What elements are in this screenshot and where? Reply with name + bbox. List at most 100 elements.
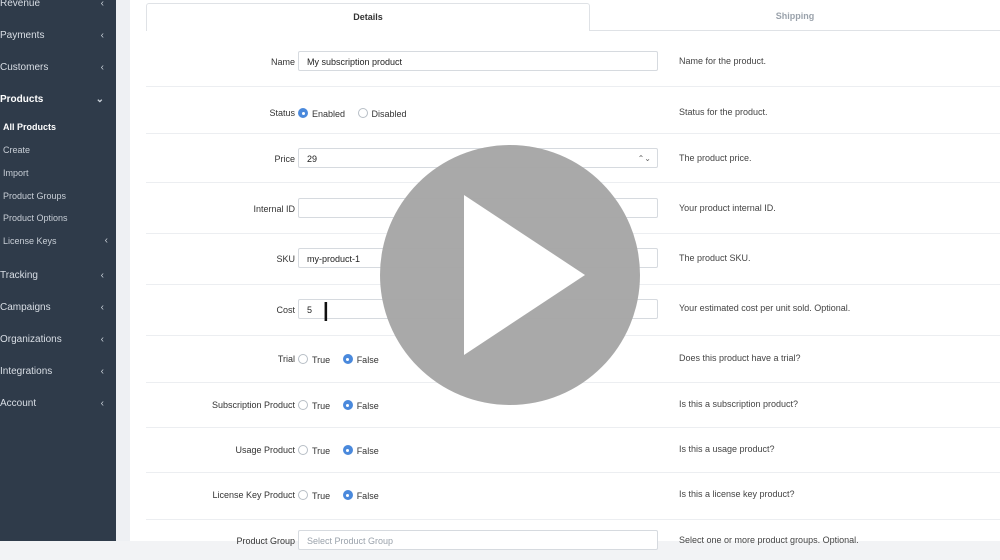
status-row: Status Enabled Disabled Status for the p…: [146, 87, 1000, 134]
option-label: True: [312, 355, 331, 365]
option-label: False: [356, 355, 379, 365]
sidebar-item-label: Customers: [0, 62, 49, 73]
chevron-left-icon: ‹: [100, 334, 104, 345]
option-label: False: [356, 401, 379, 411]
subscription-false-option[interactable]: False: [342, 400, 379, 411]
usage-false-option[interactable]: False: [342, 445, 379, 456]
sidebar-item-label: Revenue: [0, 0, 41, 9]
option-label: Enabled: [312, 109, 346, 119]
usage-radio-group: True False: [298, 445, 389, 456]
sidebar-item-tracking[interactable]: Tracking ‹: [0, 265, 116, 287]
usage-row: Usage Product True False Is this a usage…: [146, 428, 1000, 473]
sidebar-item-organizations[interactable]: Organizations ‹: [0, 329, 116, 351]
license-row: License Key Product True False Is this a…: [146, 473, 1000, 520]
option-label: Disabled: [371, 109, 407, 119]
trial-radio-group: True False: [298, 354, 389, 365]
sidebar-sub-label: Product Groups: [3, 191, 67, 201]
sidebar-item-products[interactable]: Products ⌄: [0, 89, 116, 111]
sidebar-sub-product-options[interactable]: Product Options: [0, 208, 116, 228]
sidebar-sub-product-groups[interactable]: Product Groups: [0, 186, 116, 206]
product-group-select[interactable]: Select Product Group: [298, 530, 658, 550]
subscription-label: Subscription Product: [211, 400, 295, 410]
chevron-left-icon: ‹: [104, 235, 108, 246]
license-help: Is this a license key product?: [679, 489, 795, 499]
chevron-left-icon: ‹: [100, 270, 104, 281]
price-help: The product price.: [679, 153, 752, 163]
usage-help: Is this a usage product?: [679, 444, 775, 454]
trial-false-option[interactable]: False: [342, 354, 379, 365]
sidebar-item-customers[interactable]: Customers ‹: [0, 57, 116, 79]
radio-unchecked-icon[interactable]: [298, 400, 308, 410]
sidebar-item-campaigns[interactable]: Campaigns ‹: [0, 297, 116, 319]
trial-true-option[interactable]: True: [298, 354, 330, 365]
price-value: 29: [307, 154, 318, 164]
sidebar-item-label: Payments: [0, 30, 45, 41]
subscription-radio-group: True False: [298, 400, 389, 411]
license-true-option[interactable]: True: [298, 490, 330, 501]
sidebar-item-label: Tracking: [0, 270, 38, 281]
status-disabled-option[interactable]: Disabled: [357, 108, 407, 119]
usage-label: Usage Product: [235, 445, 295, 455]
tab-shipping[interactable]: Shipping: [590, 3, 1000, 31]
sidebar-item-payments[interactable]: Payments ‹: [0, 25, 116, 47]
name-help: Name for the product.: [679, 56, 767, 66]
sidebar-sub-import[interactable]: Import: [0, 163, 116, 183]
radio-checked-icon[interactable]: [342, 400, 353, 410]
name-field[interactable]: My subscription product: [298, 51, 658, 71]
sidebar-sub-label: Import: [3, 168, 29, 178]
option-label: True: [312, 401, 331, 411]
price-label: Price: [274, 154, 295, 164]
trial-label: Trial: [277, 354, 295, 364]
radio-checked-icon[interactable]: [342, 354, 353, 364]
name-row: Name My subscription product Name for th…: [146, 40, 1000, 87]
sidebar-sub-create[interactable]: Create: [0, 140, 116, 160]
chevron-left-icon: ‹: [100, 398, 104, 409]
chevron-left-icon: ‹: [100, 366, 104, 377]
radio-unchecked-icon[interactable]: [298, 490, 308, 500]
radio-checked-icon[interactable]: [342, 490, 353, 500]
sidebar-sub-label: Create: [3, 145, 31, 155]
sidebar-sub-all-products[interactable]: All Products: [0, 117, 116, 137]
option-label: True: [312, 491, 331, 501]
sidebar-item-label: Integrations: [0, 366, 53, 377]
radio-checked-icon[interactable]: [298, 108, 308, 118]
sidebar-sub-label: License Keys: [3, 236, 57, 246]
option-label: False: [356, 446, 379, 456]
option-label: True: [312, 446, 331, 456]
content-gutter: [116, 0, 130, 541]
sidebar-item-account[interactable]: Account ‹: [0, 393, 116, 415]
radio-unchecked-icon[interactable]: [298, 354, 308, 364]
tab-details[interactable]: Details: [146, 3, 590, 31]
subscription-true-option[interactable]: True: [298, 400, 330, 411]
subscription-help: Is this a subscription product?: [679, 399, 799, 409]
sidebar-item-revenue[interactable]: Revenue ‹: [0, 0, 116, 15]
status-radio-group: Enabled Disabled: [298, 108, 417, 119]
product-group-row: Product Group Select Product Group Selec…: [146, 520, 1000, 560]
license-label: License Key Product: [212, 490, 295, 500]
sidebar-item-integrations[interactable]: Integrations ‹: [0, 361, 116, 383]
sidebar-sub-label: Product Options: [3, 213, 68, 223]
chevron-left-icon: ‹: [100, 62, 104, 73]
radio-checked-icon[interactable]: [342, 445, 353, 455]
product-group-help: Select one or more product groups. Optio…: [679, 535, 859, 545]
chevron-left-icon: ‹: [100, 302, 104, 313]
sidebar-item-label: Account: [0, 398, 37, 409]
sidebar-sub-label: All Products: [3, 122, 57, 132]
trial-help: Does this product have a trial?: [679, 353, 801, 363]
sidebar-sub-license-keys[interactable]: License Keys ‹: [0, 231, 116, 251]
text-cursor-icon: I: [322, 298, 330, 328]
status-enabled-option[interactable]: Enabled: [298, 108, 345, 119]
radio-unchecked-icon[interactable]: [357, 108, 368, 118]
sidebar: Revenue ‹ Payments ‹ Customers ‹ Product…: [0, 0, 116, 541]
chevron-left-icon: ‹: [100, 30, 104, 41]
option-label: False: [356, 491, 379, 501]
internal-id-label: Internal ID: [253, 204, 295, 214]
sidebar-item-label: Organizations: [0, 334, 62, 345]
product-group-placeholder: Select Product Group: [307, 536, 394, 546]
usage-true-option[interactable]: True: [298, 445, 330, 456]
radio-unchecked-icon[interactable]: [298, 445, 308, 455]
chevron-down-icon: ⌄: [95, 94, 104, 105]
status-label: Status: [269, 108, 295, 118]
license-false-option[interactable]: False: [342, 490, 379, 501]
video-play-button[interactable]: [380, 145, 640, 405]
